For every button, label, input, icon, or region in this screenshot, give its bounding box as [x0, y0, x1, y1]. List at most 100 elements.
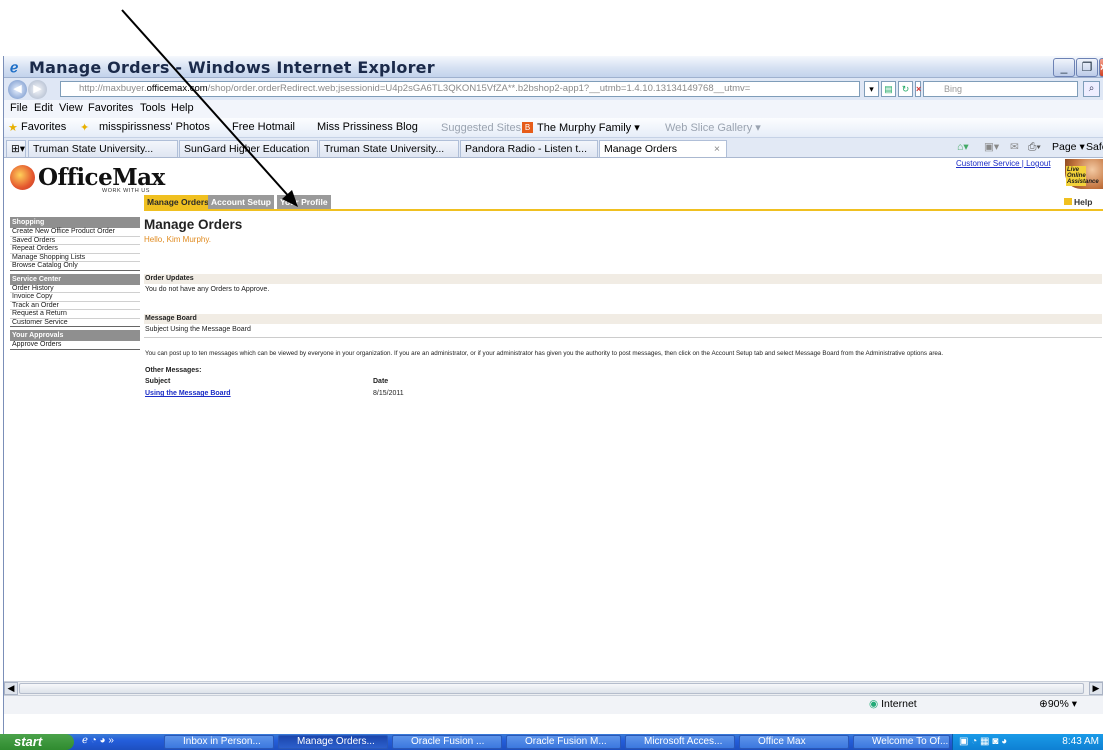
scroll-left-icon[interactable]: ◀: [4, 682, 18, 695]
logo-tagline: WORK WITH US: [102, 188, 150, 194]
fav-hotmail[interactable]: Free Hotmail: [232, 121, 295, 133]
taskbar-access[interactable]: Microsoft Acces...: [625, 735, 735, 749]
quick-launch-icons[interactable]: ℯ ◔ ◕ »: [82, 735, 114, 746]
ie-logo-icon: ℯ: [10, 59, 19, 75]
message-date: 8/15/2011: [373, 390, 404, 397]
fav-blog[interactable]: Miss Prissiness Blog: [317, 121, 418, 133]
menu-help[interactable]: Help: [171, 102, 194, 114]
favorites-bar: ★ Favorites ✦ misspirissness' Photos Fre…: [4, 118, 1103, 138]
top-links[interactable]: Customer Service | Logout: [956, 159, 1051, 168]
home-icon[interactable]: ⌂▾: [957, 141, 969, 153]
mail-icon[interactable]: ✉: [1010, 141, 1019, 153]
search-input[interactable]: Bing: [923, 81, 1078, 97]
security-zone[interactable]: ◉ Internet: [869, 698, 917, 710]
page-title: Manage Orders: [144, 217, 243, 232]
taskbar-oracle-2[interactable]: Oracle Fusion M...: [506, 735, 621, 749]
favorites-button[interactable]: Favorites: [21, 121, 66, 133]
tab-account-setup[interactable]: Account Setup: [208, 195, 275, 210]
close-button[interactable]: ×: [1099, 58, 1103, 77]
compatibility-icon[interactable]: ▤: [881, 81, 896, 97]
logo-mark-icon: [10, 165, 35, 190]
sidebar-item-approve-orders[interactable]: Approve Orders: [10, 341, 140, 350]
tab-label: Manage Orders: [604, 143, 677, 155]
status-bar: ◉ Internet ⊕90% ▾: [4, 695, 1103, 714]
zone-label: Internet: [881, 698, 917, 710]
message-subject-line: Subject Using the Message Board: [145, 326, 251, 333]
menu-tools[interactable]: Tools: [140, 102, 166, 114]
quick-tabs-button[interactable]: ⊞▾: [6, 140, 26, 157]
menu-bar: File Edit View Favorites Tools Help: [4, 100, 1103, 118]
safety-label: Safety ▾: [1086, 141, 1103, 153]
star-icon: ★: [8, 122, 18, 134]
fav-suggested-sites[interactable]: Suggested Sites ▾: [441, 121, 530, 134]
menu-favorites[interactable]: Favorites: [88, 102, 133, 114]
menu-file[interactable]: File: [10, 102, 28, 114]
taskbar-inbox[interactable]: Inbox in Person...: [164, 735, 274, 749]
sidebar-item-invoice-copy[interactable]: Invoice Copy: [10, 293, 140, 302]
clock: 8:43 AM: [1062, 736, 1099, 747]
tab-manage-orders[interactable]: Manage Orders ×: [599, 140, 727, 157]
feeds-icon[interactable]: ▣▾: [984, 141, 999, 153]
help-label: Help: [1074, 197, 1093, 207]
tab-truman-1[interactable]: Truman State University...: [28, 140, 178, 157]
taskbar-oracle-1[interactable]: Oracle Fusion ...: [392, 735, 502, 749]
scroll-thumb[interactable]: [19, 683, 1084, 694]
scroll-right-icon[interactable]: ▶: [1089, 682, 1103, 695]
address-bar-row: ◀ ▶ http://maxbuyer.officemax.com/shop/o…: [4, 78, 1103, 100]
live-assistance-label: Live Online Assistance: [1066, 166, 1099, 186]
system-tray: ▣ ◔ ▦ ◙ ◕ 8:43 AM: [952, 734, 1103, 750]
refresh-icon[interactable]: ↻: [898, 81, 913, 97]
fav-murphy-family[interactable]: The Murphy Family ▾: [537, 121, 640, 134]
sidebar-item-order-history[interactable]: Order History: [10, 285, 140, 293]
address-input[interactable]: http://maxbuyer.officemax.com/shop/order…: [60, 81, 860, 97]
start-button[interactable]: start: [0, 734, 74, 750]
message-board-body: You can post up to ten messages which ca…: [145, 350, 944, 357]
tab-truman-2[interactable]: Truman State University...: [319, 140, 459, 157]
safety-menu[interactable]: Safety ▾: [1086, 141, 1103, 153]
globe-icon: ◉: [869, 698, 879, 710]
menu-edit[interactable]: Edit: [34, 102, 53, 114]
page-content: OfficeMax WORK WITH US Customer Service …: [4, 159, 1103, 681]
search-icon[interactable]: ⌕: [1083, 81, 1100, 97]
fav-web-slice[interactable]: Web Slice Gallery ▾: [665, 121, 761, 134]
tray-icons[interactable]: ▣ ◔ ▦ ◙ ◕: [959, 734, 1007, 750]
taskbar-welcome[interactable]: Welcome To Of...: [853, 735, 950, 749]
tab-sungard[interactable]: SunGard Higher Education: [179, 140, 318, 157]
tab-pandora[interactable]: Pandora Radio - Listen t...: [460, 140, 598, 157]
col-date: Date: [373, 378, 389, 385]
zoom-level[interactable]: ⊕90% ▾: [1039, 698, 1077, 710]
taskbar-manage-orders[interactable]: Manage Orders...: [278, 735, 388, 749]
window-title: Manage Orders - Windows Internet Explore…: [29, 58, 435, 77]
divider: [144, 337, 1102, 338]
horizontal-scrollbar[interactable]: ◀ ▶: [4, 681, 1103, 695]
sidebar-item-create-order[interactable]: Create New Office Product Order: [10, 228, 140, 237]
sidebar-item-repeat-orders[interactable]: Repeat Orders: [10, 245, 140, 254]
forward-button[interactable]: ▶: [28, 80, 47, 99]
sidebar-item-track-order[interactable]: Track an Order: [10, 302, 140, 310]
page-menu[interactable]: Page ▾: [1052, 141, 1085, 153]
fav-photos[interactable]: misspirissness' Photos: [99, 121, 210, 133]
tab-underline: [144, 209, 1103, 211]
menu-view[interactable]: View: [59, 102, 83, 114]
maximize-button[interactable]: ❐: [1076, 58, 1098, 77]
sidebar-item-customer-service[interactable]: Customer Service: [10, 319, 140, 327]
live-assistance-button[interactable]: Live Online Assistance: [1065, 159, 1103, 189]
message-link[interactable]: Using the Message Board: [145, 390, 231, 397]
taskbar: start ℯ ◔ ◕ » Inbox in Person... Manage …: [0, 734, 1103, 750]
sidebar-item-shopping-lists[interactable]: Manage Shopping Lists: [10, 254, 140, 262]
sidebar-item-saved-orders[interactable]: Saved Orders: [10, 237, 140, 245]
sidebar-item-browse-catalog[interactable]: Browse Catalog Only: [10, 262, 140, 271]
help-link[interactable]: Help: [1064, 197, 1092, 207]
tab-your-profile[interactable]: Your Profile: [277, 195, 332, 210]
print-icon[interactable]: ⎙▾: [1028, 141, 1041, 154]
dropdown-icon[interactable]: ▾: [864, 81, 879, 97]
sidebar-item-request-return[interactable]: Request a Return: [10, 310, 140, 319]
stop-icon[interactable]: ×: [915, 81, 921, 97]
taskbar-office-max[interactable]: Office Max: [739, 735, 849, 749]
minimize-button[interactable]: _: [1053, 58, 1075, 77]
back-button[interactable]: ◀: [8, 80, 27, 99]
add-favorite-icon[interactable]: ✦: [80, 121, 89, 134]
tab-manage-orders-site[interactable]: Manage Orders: [144, 195, 213, 210]
order-updates-text: You do not have any Orders to Approve.: [145, 286, 270, 293]
tab-close-icon[interactable]: ×: [714, 143, 720, 155]
